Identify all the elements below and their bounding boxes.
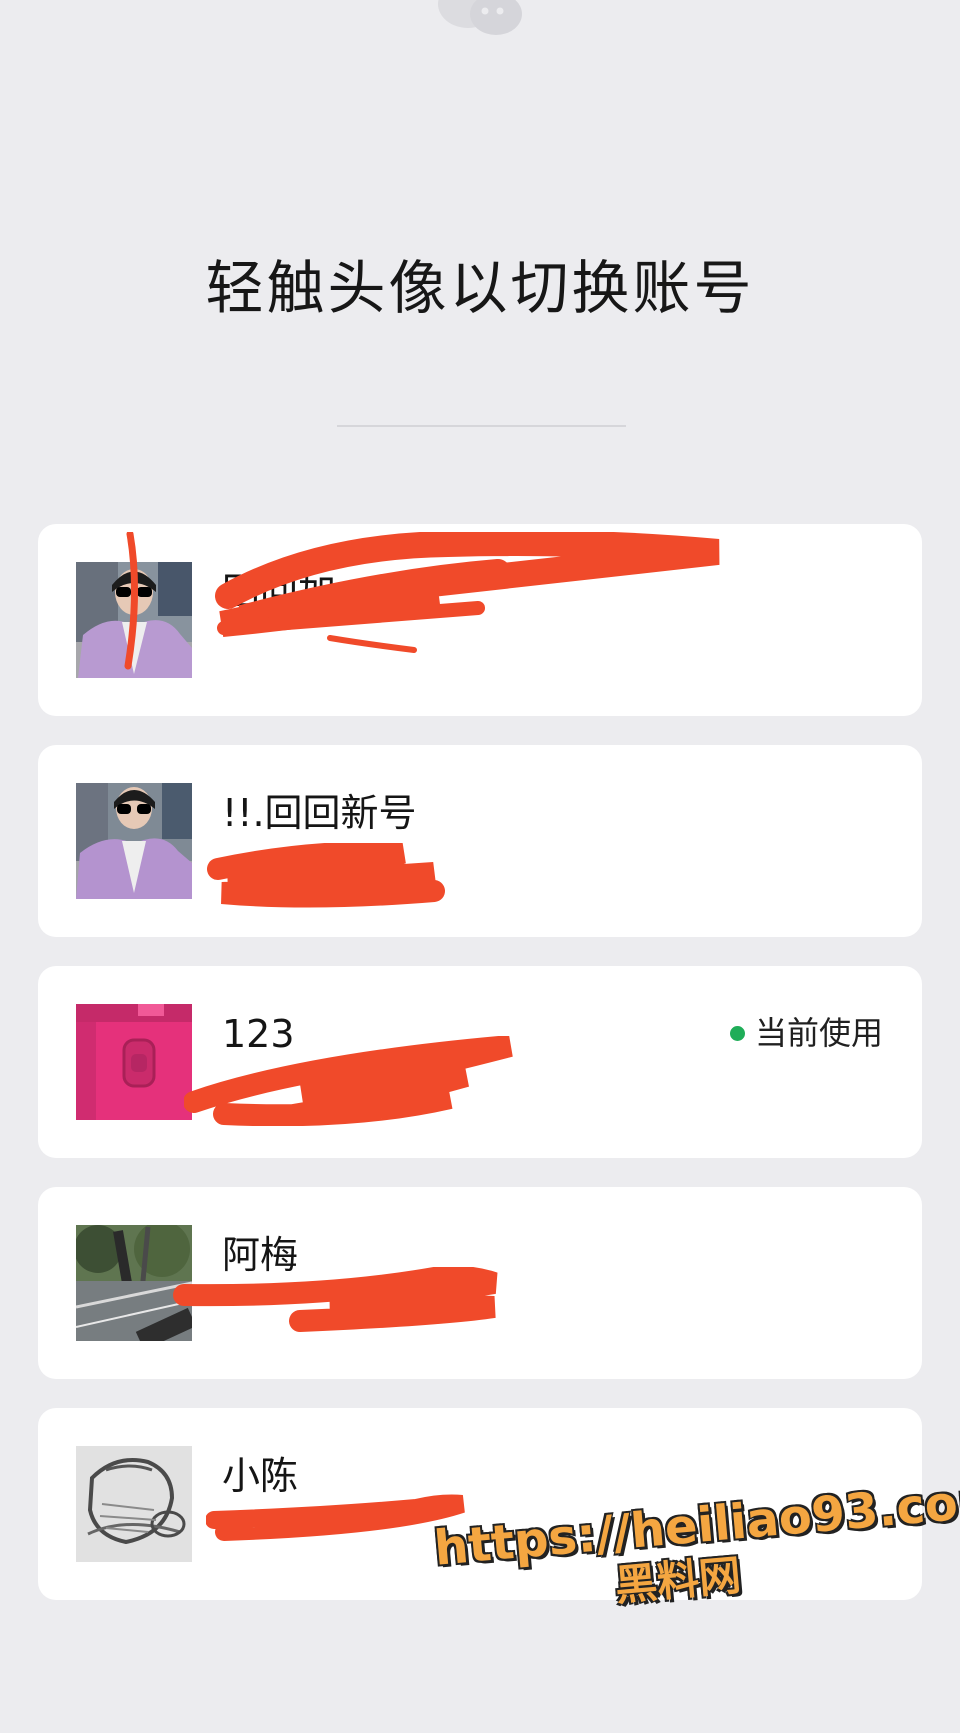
account-name: 阿梅	[222, 1233, 299, 1277]
account-name: 小陈	[222, 1454, 299, 1498]
status-text: 当前使用	[754, 1014, 883, 1052]
account-card-1[interactable]: 回回加	[38, 524, 922, 716]
redaction-scribble	[124, 532, 720, 670]
page-title: 轻触头像以切换账号	[205, 254, 755, 322]
avatar[interactable]	[76, 1225, 192, 1341]
account-name: 回回加	[222, 570, 337, 614]
avatar[interactable]	[76, 783, 192, 899]
redaction-scribble	[207, 843, 445, 908]
avatar[interactable]	[76, 562, 192, 678]
status-badge: 当前使用	[729, 1013, 883, 1053]
account-name: 123	[222, 1012, 295, 1056]
avatar[interactable]	[76, 1446, 192, 1562]
account-name: !!.回回新号	[222, 791, 417, 835]
wechat-logo-icon	[438, 0, 522, 35]
avatar[interactable]	[76, 1004, 192, 1120]
account-card-2[interactable]: !!.回回新号	[38, 745, 922, 937]
divider	[337, 425, 626, 427]
status-dot-icon	[729, 1025, 745, 1041]
account-card-3[interactable]: 123 当前使用	[38, 966, 922, 1158]
account-card-4[interactable]: 阿梅	[38, 1187, 922, 1379]
